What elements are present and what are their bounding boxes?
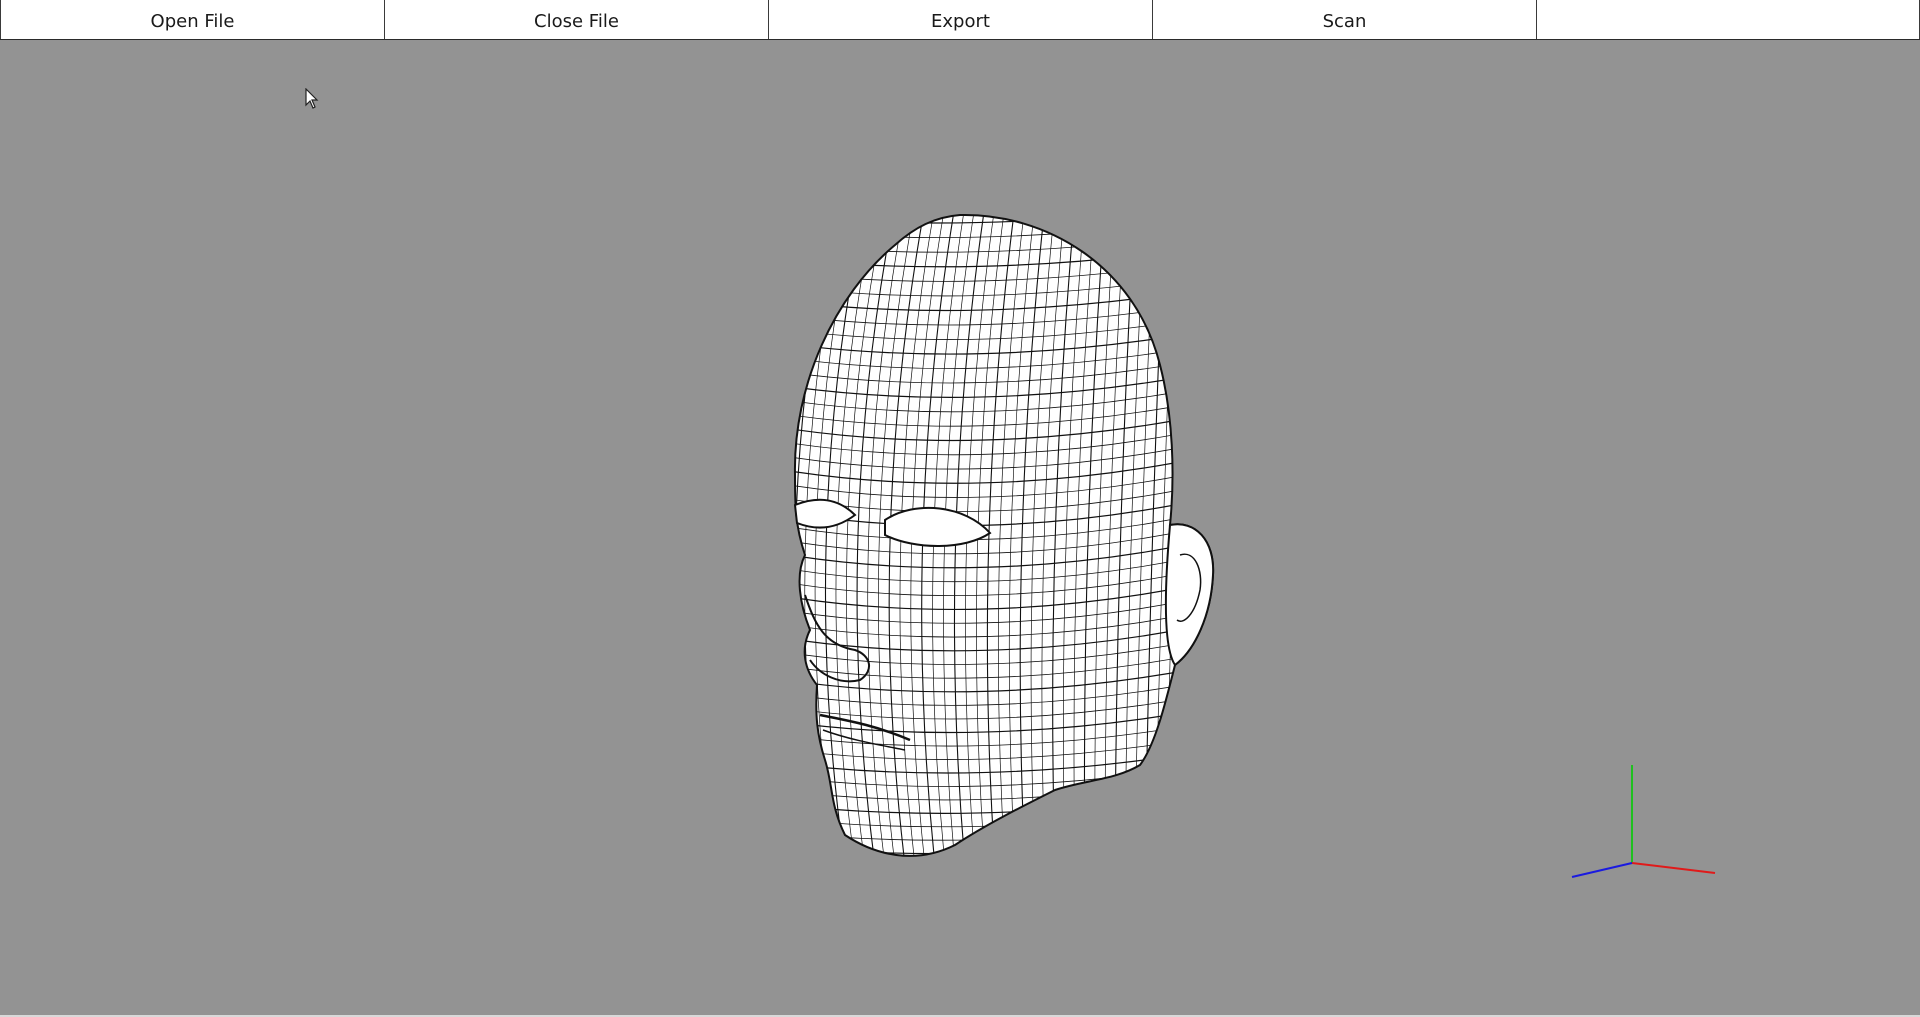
empty-toolbar-button[interactable] — [1536, 0, 1920, 39]
export-button[interactable]: Export — [768, 0, 1152, 39]
mouse-cursor-icon — [305, 88, 319, 109]
close-file-button[interactable]: Close File — [384, 0, 768, 39]
x-axis-line — [1631, 862, 1716, 874]
axis-gizmo — [1571, 765, 1716, 878]
wireframe-head-model[interactable] — [725, 205, 1225, 865]
z-axis-line — [1571, 862, 1633, 878]
scan-button[interactable]: Scan — [1152, 0, 1536, 39]
toolbar: Open File Close File Export Scan — [0, 0, 1920, 40]
open-file-button[interactable]: Open File — [0, 0, 384, 39]
